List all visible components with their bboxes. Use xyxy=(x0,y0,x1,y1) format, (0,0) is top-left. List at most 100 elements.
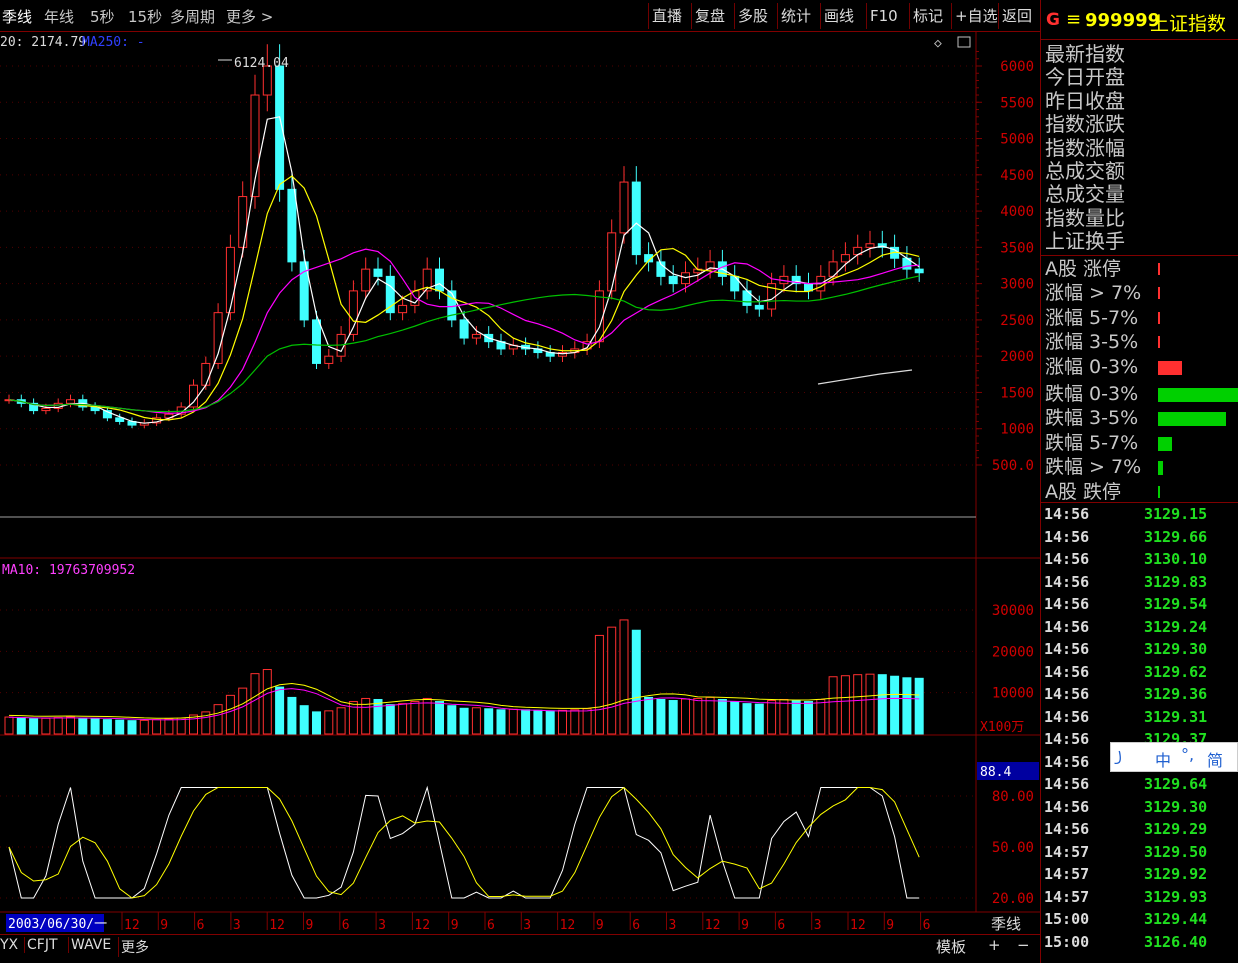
candle-body xyxy=(189,384,198,408)
breadth-bar xyxy=(1158,336,1161,349)
add-watchlist-button[interactable]: +自选 xyxy=(951,3,1001,29)
volume-bar xyxy=(890,675,900,735)
tick-time: 14:56 xyxy=(1044,640,1090,658)
ime-punct[interactable]: °, xyxy=(1181,745,1194,764)
volume-bar xyxy=(398,703,408,735)
time-label: 3 xyxy=(378,918,386,933)
breadth-label: 涨幅 > 7% xyxy=(1045,282,1142,305)
breadth-label: 跌幅 5-7% xyxy=(1045,431,1139,454)
mark-button[interactable]: 标记 xyxy=(909,3,946,29)
tab-yx[interactable]: YX xyxy=(0,937,18,953)
tick-value: 3129.93 xyxy=(1144,887,1208,906)
multi-stock-button[interactable]: 多股 xyxy=(734,3,771,29)
volume-tick-label: 10000 xyxy=(992,686,1034,702)
tick-time: 14:56 xyxy=(1044,572,1090,591)
candle-body xyxy=(373,268,383,277)
f10-button[interactable]: F10 xyxy=(866,3,901,29)
chart-area[interactable]: 12 9 6 3 12 9 6 3 12 9 6 3 12 9 6 3 12 9 6 3 12 9 6 6000 5500 50… xyxy=(0,32,1040,963)
ime-toolbar[interactable]: ꠸ 中 °, 简 xyxy=(1110,742,1238,772)
tab-yearly[interactable]: 年线 xyxy=(44,6,74,27)
volume-bar xyxy=(804,701,813,735)
time-label: 3 xyxy=(523,918,531,933)
tab-more[interactable]: 更多 > xyxy=(226,6,273,27)
volume-bar xyxy=(607,626,617,735)
candle-body xyxy=(840,254,850,263)
tick-time: 14:56 xyxy=(1044,820,1090,838)
time-label: 9 xyxy=(886,918,894,933)
candle-body xyxy=(594,290,604,343)
volume-bar xyxy=(853,674,863,735)
price-tick-label: 2500 xyxy=(1000,313,1034,329)
ime-lang[interactable]: 中 xyxy=(1155,747,1171,771)
window-icon[interactable] xyxy=(957,36,971,48)
ma-line xyxy=(8,116,920,424)
breadth-label: 跌幅 > 7% xyxy=(1045,456,1142,479)
time-label: 12 xyxy=(560,918,576,933)
voice-icon[interactable]: ꠸ xyxy=(1117,746,1122,768)
ime-mode[interactable]: 简 xyxy=(1207,747,1223,771)
time-label: 9 xyxy=(741,918,749,933)
volume-bar xyxy=(102,719,112,735)
volume-bar xyxy=(225,694,235,735)
time-axis-labels: 12 9 6 3 12 9 6 3 12 9 6 3 12 9 6 3 12 9 6 3 12 9 6 xyxy=(121,912,930,933)
time-cursor-label: 2003/06/30/一 xyxy=(8,917,107,932)
back-button[interactable]: 返回 xyxy=(998,3,1035,29)
tick-value: 3129.64 xyxy=(1144,775,1208,793)
price-tick-label: 6000 xyxy=(1000,59,1034,75)
volume-bar xyxy=(619,619,629,735)
tab-15sec[interactable]: 15秒 xyxy=(128,6,162,27)
volume-bar xyxy=(693,697,703,735)
volume-bar xyxy=(336,707,346,735)
volume-bar xyxy=(730,701,740,735)
volume-bar xyxy=(828,676,838,735)
indicator-tick-label: 80.00 xyxy=(992,789,1034,805)
volume-bar xyxy=(496,709,506,735)
price-tick-label: 5500 xyxy=(1000,95,1034,111)
volume-bar xyxy=(533,709,543,735)
price-tick-label: 1000 xyxy=(1000,422,1034,438)
candle-body xyxy=(115,417,125,422)
quote-field-label: 指数涨幅 xyxy=(1045,135,1125,160)
tick-time: 14:57 xyxy=(1044,887,1090,906)
tick-value: 3129.83 xyxy=(1144,572,1208,591)
tick-time: 14:56 xyxy=(1044,707,1090,726)
tick-value: 3129.31 xyxy=(1144,707,1208,726)
time-label: 6 xyxy=(342,918,350,933)
volume-bar xyxy=(410,701,420,735)
tab-cfjt[interactable]: CFJT xyxy=(24,937,58,953)
tick-time: 14:56 xyxy=(1044,685,1090,703)
draw-line-button[interactable]: 画线 xyxy=(820,3,857,29)
stats-button[interactable]: 统计 xyxy=(777,3,814,29)
tab-wave[interactable]: WAVE xyxy=(68,937,111,953)
tab-more-indicators[interactable]: 更多 xyxy=(118,937,149,957)
time-label: 3 xyxy=(814,918,822,933)
volume-bar xyxy=(4,716,14,735)
template-button[interactable]: 模板 xyxy=(936,936,966,957)
tab-quarterly[interactable]: 季线 xyxy=(2,6,32,27)
tick-time: 14:56 xyxy=(1044,662,1090,681)
zoom-out-button[interactable]: − xyxy=(1017,936,1030,954)
quote-field-label: 指数涨跌 xyxy=(1045,112,1125,137)
price-tick-label: 4000 xyxy=(1000,204,1034,220)
tick-time: 15:00 xyxy=(1044,932,1090,951)
volume-bar xyxy=(41,717,51,735)
tick-time: 14:56 xyxy=(1044,752,1090,771)
replay-button[interactable]: 复盘 xyxy=(691,3,728,29)
volume-bar xyxy=(164,718,174,735)
tick-value: 3129.36 xyxy=(1144,685,1208,703)
menu-icon[interactable]: ≡ xyxy=(1066,9,1081,30)
candle-body xyxy=(668,275,678,285)
tick-time: 15:00 xyxy=(1044,910,1090,928)
live-button[interactable]: 直播 xyxy=(648,3,685,29)
tick-time: 14:56 xyxy=(1044,550,1090,568)
quote-field-label: 最新指数 xyxy=(1045,42,1125,66)
tab-multi-period[interactable]: 多周期 xyxy=(170,6,215,27)
indicator-tick-label: 50.00 xyxy=(992,840,1034,856)
time-label: 9 xyxy=(451,918,459,933)
volume-bar xyxy=(865,673,875,735)
volume-bar xyxy=(139,719,149,735)
zoom-in-button[interactable]: + xyxy=(988,936,1001,954)
breadth-bar xyxy=(1158,412,1226,427)
diamond-icon[interactable]: ◇ xyxy=(934,36,942,51)
tab-5sec[interactable]: 5秒 xyxy=(90,6,115,27)
